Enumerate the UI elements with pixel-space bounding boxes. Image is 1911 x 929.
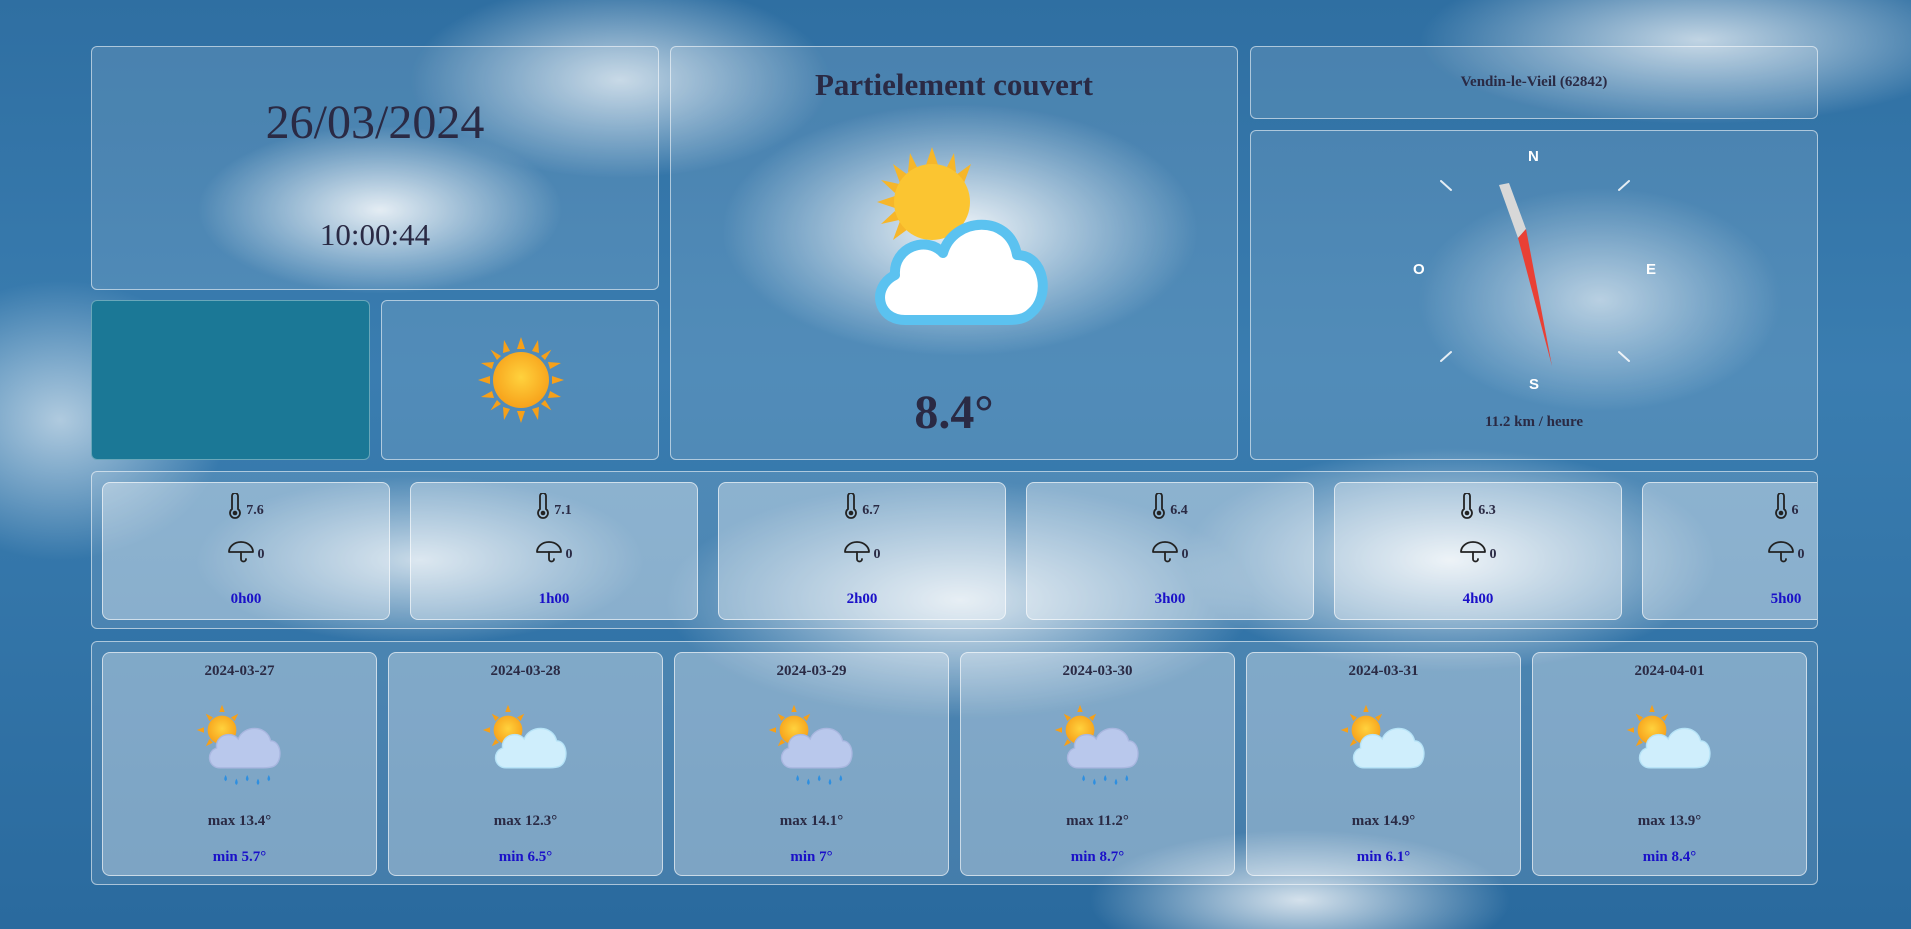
hour-rain: 0: [1797, 547, 1805, 562]
thermometer-icon: [1153, 493, 1166, 519]
current-condition-panel: Partielement couvert 8.4°: [670, 46, 1238, 460]
umbrella-icon: [843, 541, 870, 563]
compass-east: E: [1646, 261, 1657, 278]
current-time: 10:00:44: [319, 217, 431, 252]
hour-temp: 6.4: [1170, 503, 1188, 518]
hour-label: 3h00: [1154, 591, 1186, 607]
thermometer-icon: [537, 493, 550, 519]
hour-card: 6.3 0 4h00: [1334, 482, 1622, 620]
rain-cloud-icon: [768, 704, 853, 785]
teal-block: [91, 300, 370, 460]
day-min-temp: min 5.7°: [212, 849, 267, 865]
umbrella-icon: [1767, 541, 1794, 563]
hour-rain: 0: [257, 547, 265, 562]
hour-rain: 0: [1489, 547, 1497, 562]
hour-temp: 6: [1791, 503, 1799, 518]
umbrella-icon: [1151, 541, 1178, 563]
sun-panel: [381, 300, 659, 460]
thermometer-icon: [229, 493, 242, 519]
thermometer-icon: [845, 493, 858, 519]
umbrella-icon: [227, 541, 254, 563]
hour-rain: 0: [565, 547, 573, 562]
compass: [1440, 180, 1630, 366]
location-panel: Vendin-le-Vieil (62842): [1250, 46, 1818, 119]
hour-card: 6.4 0 3h00: [1026, 482, 1314, 620]
day-max-temp: max 11.2°: [1066, 813, 1129, 829]
compass-north: N: [1528, 148, 1539, 165]
hourly-forecast[interactable]: 7.6 0 0h00 7.1 0 1h00 6.7 0 2h00 6.4 0 3h00 6.3 0 4h00…: [91, 471, 1818, 629]
day-card: 2024-04-01 max 13.9° min 8.4°: [1532, 652, 1807, 876]
wind-speed: 11.2 km / heure: [1484, 414, 1584, 430]
hour-rain: 0: [1181, 547, 1189, 562]
sun-cloud-icon: [482, 704, 567, 769]
hour-rain: 0: [873, 547, 881, 562]
day-date: 2024-04-01: [1634, 663, 1705, 679]
hour-label: 2h00: [846, 591, 878, 607]
hour-card: 7.1 0 1h00: [410, 482, 698, 620]
hour-temp: 7.6: [246, 503, 264, 518]
location-name: Vendin-le-Vieil (62842): [1460, 74, 1608, 90]
day-card: 2024-03-29 max 14.1° min 7°: [674, 652, 949, 876]
sun-cloud-icon: [1340, 704, 1425, 769]
day-card: 2024-03-27 max 13.4° min 5.7°: [102, 652, 377, 876]
hour-card: 6 0 5h00: [1642, 482, 1817, 620]
day-min-temp: min 6.1°: [1356, 849, 1411, 865]
current-temperature: 8.4°: [914, 386, 994, 439]
hour-label: 4h00: [1462, 591, 1494, 607]
sun-cloud-icon: [875, 147, 1048, 325]
hour-temp: 6.7: [862, 503, 880, 518]
day-date: 2024-03-31: [1348, 663, 1419, 679]
day-card: 2024-03-31 max 14.9° min 6.1°: [1246, 652, 1521, 876]
umbrella-icon: [535, 541, 562, 563]
day-date: 2024-03-28: [490, 663, 561, 679]
hour-label: 5h00: [1770, 591, 1802, 607]
hour-label: 1h00: [538, 591, 570, 607]
day-max-temp: max 13.9°: [1637, 813, 1702, 829]
umbrella-icon: [1459, 541, 1486, 563]
day-max-temp: max 14.9°: [1351, 813, 1416, 829]
rain-cloud-icon: [1054, 704, 1139, 785]
thermometer-icon: [1461, 493, 1474, 519]
day-min-temp: min 8.4°: [1642, 849, 1697, 865]
datetime-panel: 26/03/2024 10:00:44: [91, 46, 659, 290]
day-max-temp: max 14.1°: [779, 813, 844, 829]
day-max-temp: max 12.3°: [493, 813, 558, 829]
day-min-temp: min 6.5°: [498, 849, 553, 865]
hour-card: 6.7 0 2h00: [718, 482, 1006, 620]
day-card: 2024-03-30 max 11.2° min 8.7°: [960, 652, 1235, 876]
sun-cloud-icon: [1626, 704, 1711, 769]
day-date: 2024-03-29: [776, 663, 847, 679]
rain-cloud-icon: [196, 704, 281, 785]
day-card: 2024-03-28 max 12.3° min 6.5°: [388, 652, 663, 876]
daily-forecast: 2024-03-27 max 13.4° min 5.7° 2024-03-28 max…: [91, 641, 1818, 885]
sun-icon: [478, 337, 564, 423]
compass-west: O: [1413, 261, 1425, 278]
hour-temp: 7.1: [554, 503, 572, 518]
hour-label: 0h00: [230, 591, 262, 607]
day-min-temp: min 7°: [790, 849, 833, 865]
hour-card: 7.6 0 0h00: [102, 482, 390, 620]
condition-title: Partielement couvert: [814, 67, 1093, 102]
day-date: 2024-03-30: [1062, 663, 1133, 679]
day-min-temp: min 8.7°: [1070, 849, 1125, 865]
day-date: 2024-03-27: [204, 663, 275, 679]
hour-temp: 6.3: [1478, 503, 1496, 518]
compass-south: S: [1529, 376, 1540, 393]
thermometer-icon: [1774, 493, 1787, 519]
day-max-temp: max 13.4°: [207, 813, 272, 829]
current-date: 26/03/2024: [265, 96, 485, 149]
wind-panel: N E S O 11.2 km / heure: [1250, 130, 1818, 460]
